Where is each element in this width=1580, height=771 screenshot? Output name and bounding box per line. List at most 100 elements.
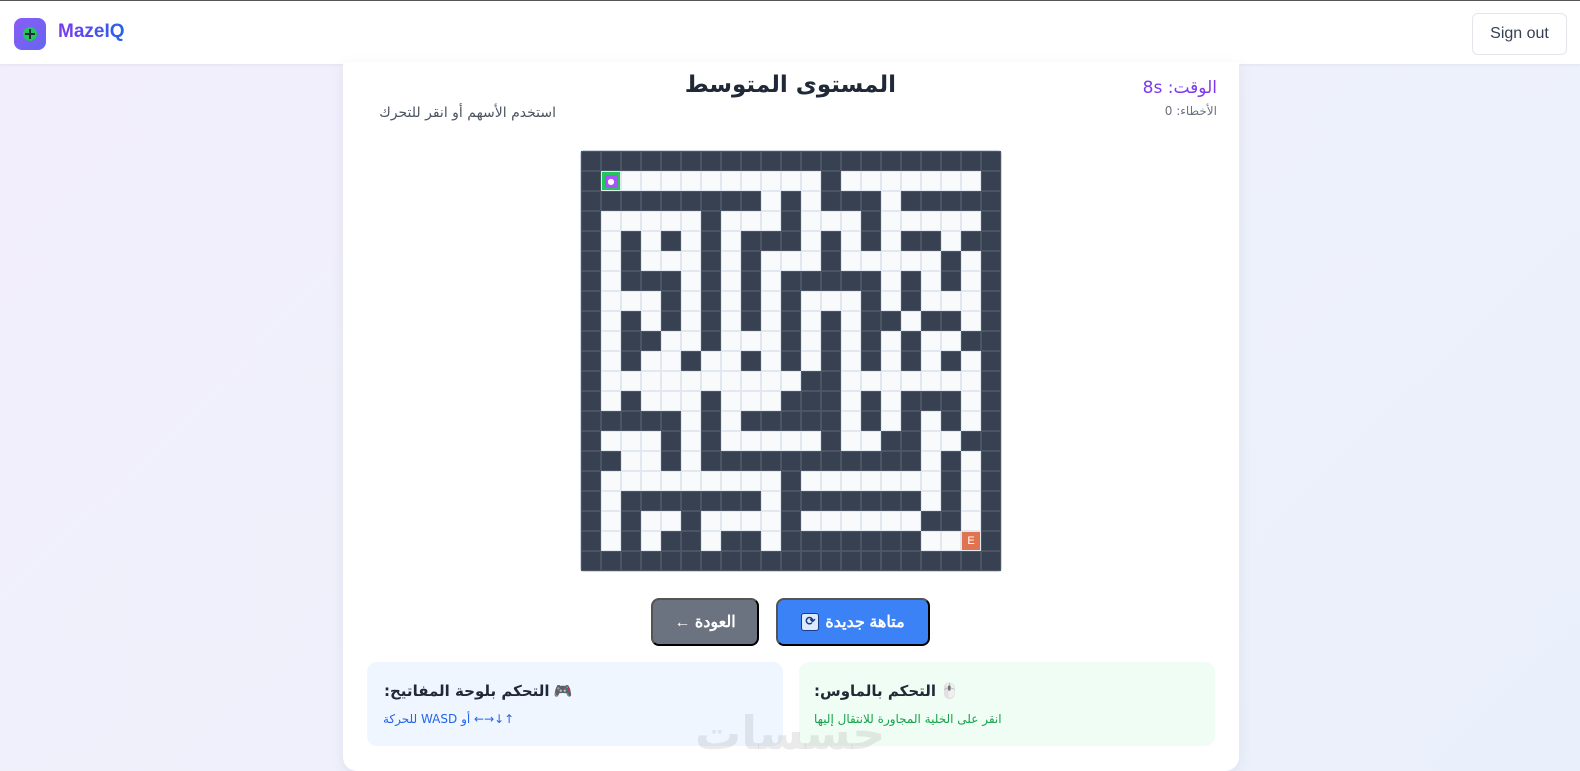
maze-path-cell[interactable] <box>921 471 941 491</box>
maze-path-cell[interactable] <box>641 471 661 491</box>
maze-path-cell[interactable] <box>941 211 961 231</box>
maze-path-cell[interactable] <box>761 271 781 291</box>
maze-path-cell[interactable] <box>721 511 741 531</box>
maze-path-cell[interactable] <box>761 351 781 371</box>
maze-path-cell[interactable] <box>881 351 901 371</box>
maze-path-cell[interactable] <box>841 351 861 371</box>
maze-path-cell[interactable] <box>901 251 921 271</box>
maze-path-cell[interactable] <box>701 371 721 391</box>
maze-path-cell[interactable] <box>741 431 761 451</box>
maze-path-cell[interactable] <box>821 471 841 491</box>
maze-path-cell[interactable] <box>921 271 941 291</box>
maze-path-cell[interactable] <box>881 291 901 311</box>
maze-path-cell[interactable] <box>801 171 821 191</box>
maze-path-cell[interactable] <box>741 211 761 231</box>
maze-path-cell[interactable] <box>761 191 781 211</box>
maze-path-cell[interactable] <box>761 211 781 231</box>
maze-path-cell[interactable] <box>681 291 701 311</box>
maze-path-cell[interactable] <box>861 471 881 491</box>
maze-path-cell[interactable] <box>961 351 981 371</box>
maze-path-cell[interactable] <box>741 471 761 491</box>
maze-path-cell[interactable] <box>621 291 641 311</box>
maze-path-cell[interactable] <box>641 311 661 331</box>
maze-path-cell[interactable] <box>921 451 941 471</box>
maze-path-cell[interactable] <box>941 171 961 191</box>
maze-path-cell[interactable] <box>721 291 741 311</box>
maze-path-cell[interactable] <box>781 431 801 451</box>
maze-path-cell[interactable] <box>601 431 621 451</box>
maze-path-cell[interactable] <box>941 331 961 351</box>
maze-path-cell[interactable] <box>701 531 721 551</box>
maze-path-cell[interactable] <box>641 231 661 251</box>
maze-path-cell[interactable] <box>901 171 921 191</box>
maze-path-cell[interactable] <box>881 251 901 271</box>
maze-path-cell[interactable] <box>641 351 661 371</box>
maze-path-cell[interactable] <box>641 391 661 411</box>
maze-path-cell[interactable] <box>601 311 621 331</box>
maze-path-cell[interactable] <box>921 211 941 231</box>
maze-path-cell[interactable] <box>921 411 941 431</box>
maze-path-cell[interactable] <box>681 411 701 431</box>
maze-path-cell[interactable] <box>601 511 621 531</box>
maze-path-cell[interactable] <box>741 331 761 351</box>
maze-path-cell[interactable] <box>721 311 741 331</box>
maze-path-cell[interactable] <box>921 351 941 371</box>
maze-path-cell[interactable] <box>661 251 681 271</box>
maze-path-cell[interactable] <box>701 171 721 191</box>
maze-path-cell[interactable] <box>801 311 821 331</box>
maze-path-cell[interactable] <box>761 431 781 451</box>
maze-path-cell[interactable] <box>961 391 981 411</box>
maze-path-cell[interactable] <box>681 251 701 271</box>
maze-path-cell[interactable] <box>601 531 621 551</box>
maze-path-cell[interactable] <box>761 311 781 331</box>
maze-path-cell[interactable] <box>721 431 741 451</box>
maze-path-cell[interactable] <box>921 331 941 351</box>
maze-path-cell[interactable] <box>661 511 681 531</box>
maze-path-cell[interactable] <box>661 371 681 391</box>
maze-path-cell[interactable] <box>761 371 781 391</box>
maze-path-cell[interactable] <box>741 391 761 411</box>
maze-path-cell[interactable] <box>841 371 861 391</box>
maze-path-cell[interactable] <box>961 251 981 271</box>
maze-path-cell[interactable] <box>661 471 681 491</box>
maze-path-cell[interactable] <box>961 291 981 311</box>
maze-path-cell[interactable] <box>841 411 861 431</box>
maze-path-cell[interactable] <box>641 531 661 551</box>
maze-path-cell[interactable] <box>961 411 981 431</box>
maze-path-cell[interactable] <box>661 391 681 411</box>
maze-path-cell[interactable] <box>661 171 681 191</box>
maze-path-cell[interactable] <box>741 171 761 191</box>
maze-path-cell[interactable] <box>881 331 901 351</box>
maze-path-cell[interactable] <box>661 331 681 351</box>
maze-path-cell[interactable] <box>861 371 881 391</box>
maze-path-cell[interactable] <box>881 511 901 531</box>
maze-path-cell[interactable] <box>681 211 701 231</box>
maze-path-cell[interactable] <box>801 211 821 231</box>
maze-path-cell[interactable] <box>721 331 741 351</box>
maze-path-cell[interactable] <box>841 231 861 251</box>
maze-path-cell[interactable] <box>801 431 821 451</box>
maze-path-cell[interactable] <box>941 371 961 391</box>
maze-path-cell[interactable] <box>721 471 741 491</box>
maze-path-cell[interactable] <box>641 511 661 531</box>
maze-path-cell[interactable] <box>901 511 921 531</box>
maze-path-cell[interactable] <box>601 371 621 391</box>
maze-path-cell[interactable] <box>761 171 781 191</box>
maze-path-cell[interactable] <box>721 351 741 371</box>
maze-path-cell[interactable] <box>841 171 861 191</box>
maze-path-cell[interactable] <box>721 411 741 431</box>
maze-path-cell[interactable] <box>661 351 681 371</box>
maze-path-cell[interactable] <box>841 431 861 451</box>
maze-path-cell[interactable] <box>761 291 781 311</box>
maze-path-cell[interactable] <box>641 211 661 231</box>
maze-path-cell[interactable] <box>681 391 701 411</box>
maze-path-cell[interactable] <box>781 171 801 191</box>
maze-path-cell[interactable] <box>841 211 861 231</box>
maze-path-cell[interactable] <box>781 251 801 271</box>
maze-path-cell[interactable] <box>841 311 861 331</box>
maze-path-cell[interactable] <box>761 491 781 511</box>
maze-path-cell[interactable] <box>681 431 701 451</box>
maze-path-cell[interactable] <box>721 231 741 251</box>
maze-path-cell[interactable] <box>701 511 721 531</box>
maze-path-cell[interactable] <box>901 211 921 231</box>
